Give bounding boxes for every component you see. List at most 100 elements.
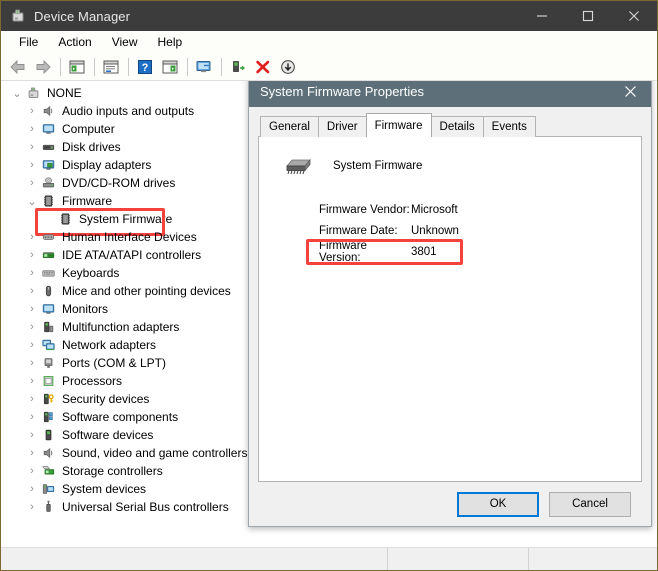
firmware-chip-icon — [57, 211, 74, 227]
chevron-right-icon[interactable]: › — [24, 267, 40, 279]
chevron-right-icon[interactable]: › — [24, 105, 40, 117]
tree-node-system-firmware[interactable]: System Firmware — [7, 208, 257, 236]
update-driver-button[interactable] — [226, 56, 250, 78]
device-header: System Firmware — [259, 137, 641, 177]
tab-general[interactable]: General — [260, 116, 319, 137]
menu-action[interactable]: Action — [48, 33, 101, 51]
firmware-version-label: Firmware Version: — [319, 239, 367, 264]
device-tree: ⌄ NONE › Audio inputs and outputs › Comp… — [1, 84, 257, 516]
tree-node-label: System devices — [62, 482, 147, 496]
chevron-right-icon[interactable]: › — [24, 465, 40, 477]
tree-node-software-devices[interactable]: › Software devices — [7, 426, 257, 444]
uninstall-device-button[interactable] — [251, 56, 275, 78]
tree-node-label: Keyboards — [62, 266, 120, 280]
maximize-button[interactable] — [565, 1, 611, 31]
tree-node-ports[interactable]: › Ports (COM & LPT) — [7, 354, 257, 372]
chevron-right-icon[interactable]: › — [24, 339, 40, 351]
chevron-right-icon[interactable]: › — [24, 375, 40, 387]
toolbar-separator — [187, 58, 188, 76]
firmware-date-value: Unknown — [411, 224, 459, 237]
tree-node-none[interactable]: ⌄ NONE — [7, 84, 257, 102]
firmware-vendor-row: Firmware Vendor: Microsoft — [319, 199, 641, 220]
tree-node-display-adapters[interactable]: › Display adapters — [7, 156, 257, 174]
tree-node-ide-ata-atapi-controllers[interactable]: › IDE ATA/ATAPI controllers — [7, 246, 257, 264]
chevron-right-icon[interactable]: › — [24, 447, 40, 459]
show-hide-console-tree-button[interactable] — [65, 56, 89, 78]
device-tree-panel: ⌄ NONE › Audio inputs and outputs › Comp… — [1, 81, 657, 547]
tree-node-network-adapters[interactable]: › Network adapters — [7, 336, 257, 354]
tree-node-universal-serial-bus-controllers[interactable]: › Universal Serial Bus controllers — [7, 498, 257, 516]
tree-node-sound-video-and-game-controllers[interactable]: › Sound, video and game controllers — [7, 444, 257, 462]
chevron-right-icon[interactable]: › — [24, 411, 40, 423]
tree-node-label: Software components — [62, 410, 179, 424]
chevron-right-icon[interactable]: › — [24, 429, 40, 441]
hid-icon — [40, 229, 57, 245]
tree-node-system-devices[interactable]: › System devices — [7, 480, 257, 498]
chevron-down-icon[interactable]: ⌄ — [24, 195, 40, 208]
tree-node-dvd-cdrom-drives[interactable]: › DVD/CD-ROM drives — [7, 174, 257, 192]
tree-node-audio-inputs-and-outputs[interactable]: › Audio inputs and outputs — [7, 102, 257, 120]
tree-node-label: Multifunction adapters — [62, 320, 180, 334]
chevron-right-icon[interactable]: › — [24, 249, 40, 261]
tree-node-label: IDE ATA/ATAPI controllers — [62, 248, 202, 262]
tree-node-label: Sound, video and game controllers — [62, 446, 248, 460]
chevron-right-icon[interactable]: › — [24, 303, 40, 315]
tree-node-disk-drives[interactable]: › Disk drives — [7, 138, 257, 156]
properties-button[interactable] — [99, 56, 123, 78]
computer-root-icon — [25, 85, 42, 101]
status-pane-secondary — [388, 548, 529, 570]
chevron-right-icon[interactable]: › — [24, 123, 40, 135]
tree-node-label: Universal Serial Bus controllers — [62, 500, 229, 514]
close-button[interactable] — [611, 1, 657, 31]
ok-button[interactable]: OK — [457, 491, 539, 517]
firmware-chip-icon — [40, 193, 57, 209]
tab-firmware[interactable]: Firmware — [365, 113, 432, 137]
tab-driver[interactable]: Driver — [317, 116, 367, 137]
forward-button[interactable] — [31, 56, 55, 78]
device-manager-window: Device Manager File Action View Help ? ⌄… — [0, 0, 658, 571]
dialog-footer: OK Cancel — [258, 482, 642, 526]
menu-help[interactable]: Help — [148, 33, 193, 51]
tree-node-mice-and-other-pointing-devices[interactable]: › Mice and other pointing devices — [7, 282, 257, 300]
dialog-close-button[interactable] — [609, 81, 651, 107]
chevron-right-icon[interactable]: › — [24, 159, 40, 171]
tree-node-security-devices[interactable]: › Security devices — [7, 390, 257, 408]
chevron-right-icon[interactable]: › — [24, 321, 40, 333]
disable-device-button[interactable] — [276, 56, 300, 78]
menu-file[interactable]: File — [9, 33, 48, 51]
chevron-right-icon[interactable]: › — [24, 231, 40, 243]
chevron-right-icon[interactable]: › — [24, 393, 40, 405]
chevron-right-icon[interactable]: › — [24, 357, 40, 369]
tree-node-keyboards[interactable]: › Keyboards — [7, 264, 257, 282]
tree-node-label: Software devices — [62, 428, 154, 442]
tab-events[interactable]: Events — [482, 116, 536, 137]
keyboard-icon — [40, 265, 57, 281]
tree-node-monitors[interactable]: › Monitors — [7, 300, 257, 318]
chevron-right-icon[interactable]: › — [24, 501, 40, 513]
tree-node-software-components[interactable]: › Software components — [7, 408, 257, 426]
help-button[interactable]: ? — [133, 56, 157, 78]
cancel-button[interactable]: Cancel — [549, 491, 631, 517]
chevron-right-icon[interactable]: › — [24, 483, 40, 495]
display-adapter-icon — [40, 157, 57, 173]
back-button[interactable] — [6, 56, 30, 78]
show-hide-action-pane-button[interactable] — [158, 56, 182, 78]
port-icon — [40, 355, 57, 371]
firmware-fields: Firmware Vendor: Microsoft Firmware Date… — [259, 199, 641, 265]
scan-for-hardware-changes-button[interactable] — [192, 56, 216, 78]
tree-node-multifunction-adapters[interactable]: › Multifunction adapters — [7, 318, 257, 336]
chevron-right-icon[interactable]: › — [24, 285, 40, 297]
chevron-down-icon[interactable]: ⌄ — [9, 87, 25, 100]
tree-node-computer[interactable]: › Computer — [7, 120, 257, 138]
tree-node-firmware[interactable]: ⌄ Firmware — [7, 192, 257, 210]
menu-view[interactable]: View — [102, 33, 148, 51]
tree-node-human-interface-devices[interactable]: › Human Interface Devices — [7, 228, 257, 246]
tree-node-processors[interactable]: › Processors — [7, 372, 257, 390]
chevron-right-icon[interactable]: › — [24, 141, 40, 153]
minimize-button[interactable] — [519, 1, 565, 31]
system-firmware-properties-dialog: System Firmware Properties General Drive… — [248, 81, 652, 527]
tab-details[interactable]: Details — [430, 116, 484, 137]
tree-node-storage-controllers[interactable]: › Storage controllers — [7, 462, 257, 480]
chevron-right-icon[interactable]: › — [24, 177, 40, 189]
tree-node-label: Security devices — [62, 392, 150, 406]
